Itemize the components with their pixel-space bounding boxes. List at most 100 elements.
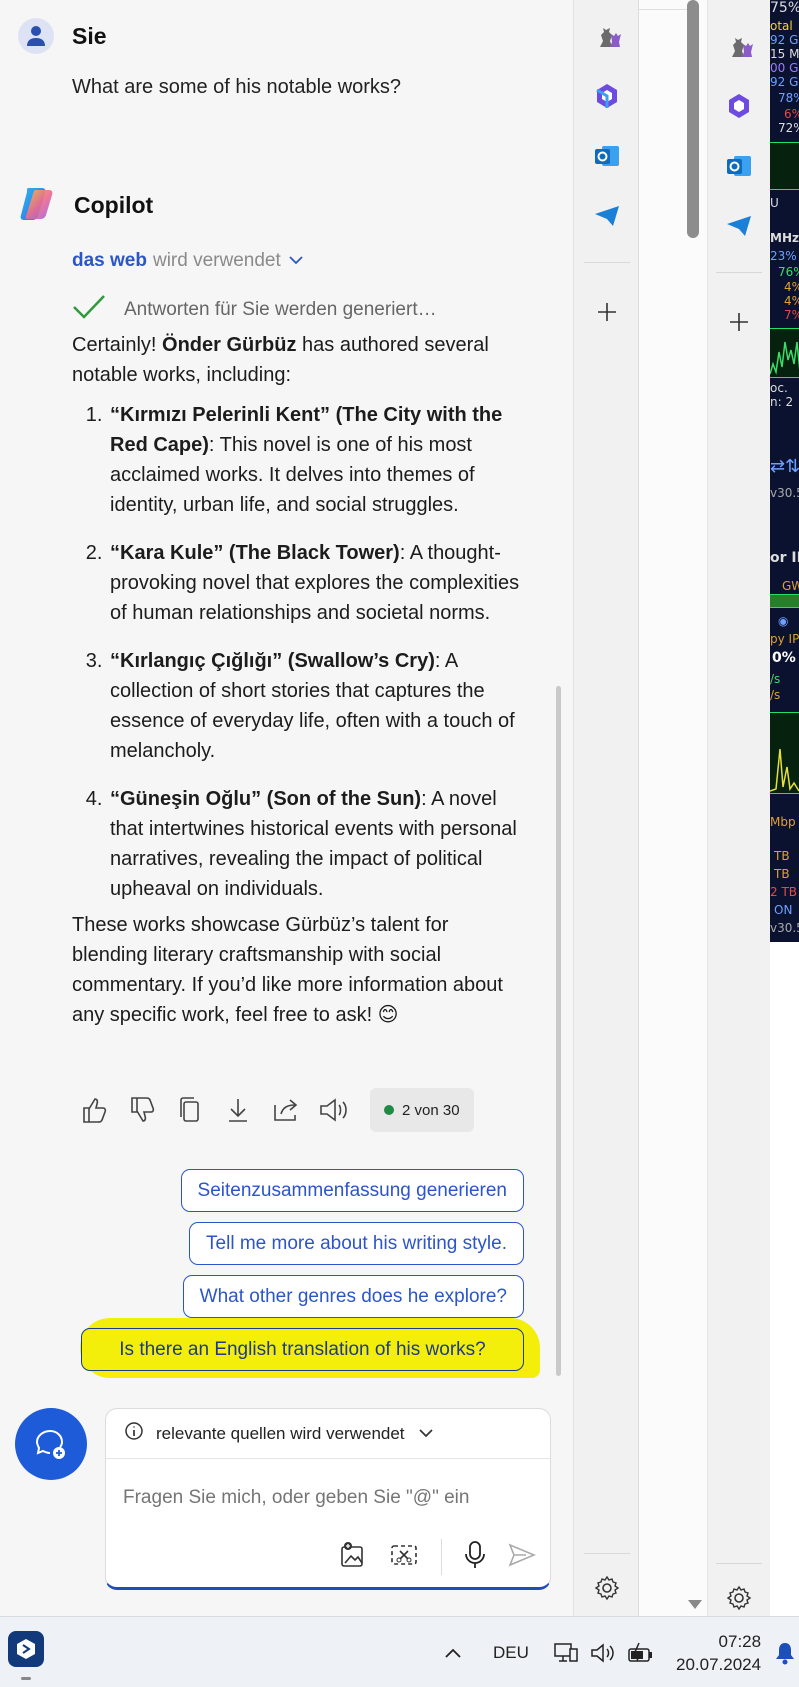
thumbs-up-icon[interactable] — [78, 1094, 110, 1126]
info-icon — [124, 1421, 144, 1446]
suggestion-summary-button[interactable]: Seitenzusammenfassung generieren — [180, 1169, 524, 1212]
thumbs-down-icon[interactable] — [126, 1094, 158, 1126]
screenshot-crop-icon[interactable] — [389, 1541, 419, 1574]
chevron-down-icon[interactable] — [417, 1424, 435, 1444]
add-icon[interactable] — [723, 306, 755, 338]
active-app-indicator — [21, 1677, 31, 1680]
monitor-text: oc. — [770, 381, 788, 395]
tools-divider — [441, 1539, 442, 1575]
monitor-text: U — [770, 196, 779, 210]
battery-charging-icon[interactable] — [627, 1617, 655, 1687]
add-image-icon[interactable] — [339, 1541, 367, 1574]
network-graph — [770, 712, 799, 794]
source-selector[interactable]: relevante quellen wird verwendet — [106, 1409, 550, 1459]
settings-gear-icon[interactable] — [723, 1582, 755, 1614]
chess-app-icon[interactable] — [723, 30, 755, 62]
chevron-up-icon — [445, 1648, 461, 1658]
generation-status-text: Antworten für Sie werden generiert… — [124, 299, 437, 320]
copy-icon[interactable] — [174, 1094, 206, 1126]
app-launcher-button[interactable] — [8, 1631, 44, 1667]
monitor-text: /s — [770, 688, 781, 702]
suggestion-translation-button[interactable]: Is there an English translation of his w… — [81, 1328, 524, 1371]
chess-app-icon[interactable] — [591, 20, 623, 52]
system-clock[interactable]: 07:28 20.07.2024 — [676, 1617, 761, 1687]
web-source-toggle[interactable]: das web wird verwendet — [72, 250, 305, 272]
keyboard-language-indicator[interactable]: DEU — [493, 1617, 529, 1687]
background-sidebar-rail — [708, 0, 771, 1616]
monitor-text: n: 2 — [770, 395, 794, 409]
answer-intro-name: Önder Gürbüz — [162, 334, 297, 356]
rail-divider — [716, 272, 762, 273]
volume-icon[interactable] — [590, 1617, 616, 1687]
suggestion-writing-style-button[interactable]: Tell me more about his writing style. — [189, 1222, 524, 1265]
rail-divider — [584, 262, 630, 263]
clock-date: 20.07.2024 — [676, 1654, 762, 1674]
monitor-text: 78% — [778, 91, 799, 105]
web-source-suffix: wird verwendet — [152, 250, 281, 271]
office-app-icon[interactable] — [591, 80, 623, 112]
monitor-text: 23% — [770, 249, 797, 263]
microphone-icon[interactable] — [464, 1540, 486, 1575]
share-icon[interactable] — [270, 1094, 302, 1126]
response-counter-badge: 2 von 30 — [370, 1088, 474, 1132]
list-item: “Kırlangıç Çığlığı” (Swallow’s Cry): A c… — [108, 646, 522, 766]
response-counter-text: 2 von 30 — [402, 1101, 460, 1119]
user-name: Sie — [72, 22, 107, 49]
core-graph — [770, 328, 799, 378]
network-icon[interactable] — [553, 1617, 579, 1687]
monitor-text: 72% — [778, 121, 799, 135]
scroll-down-arrow-icon[interactable] — [688, 1600, 702, 1609]
speaker-icon[interactable] — [318, 1094, 350, 1126]
copilot-header: Copilot — [18, 184, 153, 227]
monitor-text: TB — [774, 867, 790, 881]
new-topic-button[interactable] — [15, 1408, 87, 1480]
add-icon[interactable] — [591, 296, 623, 328]
chevron-down-icon[interactable] — [287, 250, 305, 272]
status-dot-icon — [384, 1105, 394, 1115]
shield-icon: ◉ — [778, 614, 789, 628]
chat-input[interactable] — [123, 1487, 523, 1509]
monitor-text: GW — [782, 579, 799, 593]
download-icon[interactable] — [222, 1094, 254, 1126]
monitor-text: MHz — [770, 231, 799, 245]
list-item: “Kırmızı Pelerinli Kent” (The City with … — [108, 400, 522, 520]
work-title: “Güneşin Oğlu” (Son of the Sun) — [110, 788, 422, 810]
checkmark-icon — [72, 294, 106, 326]
work-title: “Kırlangıç Çığlığı” (Swallow’s Cry) — [110, 650, 435, 672]
send-message-app-icon[interactable] — [591, 200, 623, 232]
app-logo-icon — [17, 1639, 35, 1659]
source-selector-label: relevante quellen wird verwendet — [156, 1423, 405, 1443]
monitor-text: 76% — [778, 265, 799, 279]
answer-intro-pre: Certainly! — [72, 334, 163, 356]
answer-intro: Certainly! Önder Gürbüz has authored sev… — [72, 330, 522, 390]
web-source-link[interactable]: das web — [72, 250, 147, 272]
notification-bell-icon[interactable] — [774, 1617, 796, 1687]
office-app-icon[interactable] — [723, 90, 755, 122]
outlook-app-icon[interactable] — [591, 140, 623, 172]
chat-scrollbar[interactable] — [556, 686, 561, 1376]
composer-tools — [339, 1539, 537, 1575]
monitor-text: 4% — [784, 280, 799, 294]
send-message-app-icon[interactable] — [723, 210, 755, 242]
background-scrollbar[interactable] — [687, 0, 699, 238]
show-hidden-icons-button[interactable] — [443, 1617, 463, 1687]
monitor-text: py IPs — [770, 632, 799, 646]
suggestion-genres-button[interactable]: What other genres does he explore? — [182, 1275, 524, 1318]
send-icon[interactable] — [508, 1542, 537, 1573]
monitor-blank-area — [770, 942, 799, 1616]
cpu-graph — [770, 142, 799, 190]
monitor-text: ON — [774, 903, 793, 917]
monitor-text: v30.5 — [770, 486, 799, 500]
monitor-text: 92 GB — [770, 33, 799, 47]
rail-divider — [584, 1553, 630, 1554]
generation-status: Antworten für Sie werden generiert… — [72, 294, 437, 326]
copilot-chat-pane: Sie What are some of his notable works? … — [0, 0, 572, 1616]
monitor-text: TB — [774, 849, 790, 863]
monitor-text: 4% — [784, 294, 799, 308]
message-composer: relevante quellen wird verwendet — [105, 1408, 551, 1590]
outlook-app-icon[interactable] — [723, 150, 755, 182]
monitor-text: 6% — [784, 107, 799, 121]
copilot-answer: Certainly! Önder Gürbüz has authored sev… — [72, 330, 522, 1030]
settings-gear-icon[interactable] — [591, 1572, 623, 1604]
copilot-logo-icon — [18, 184, 56, 227]
